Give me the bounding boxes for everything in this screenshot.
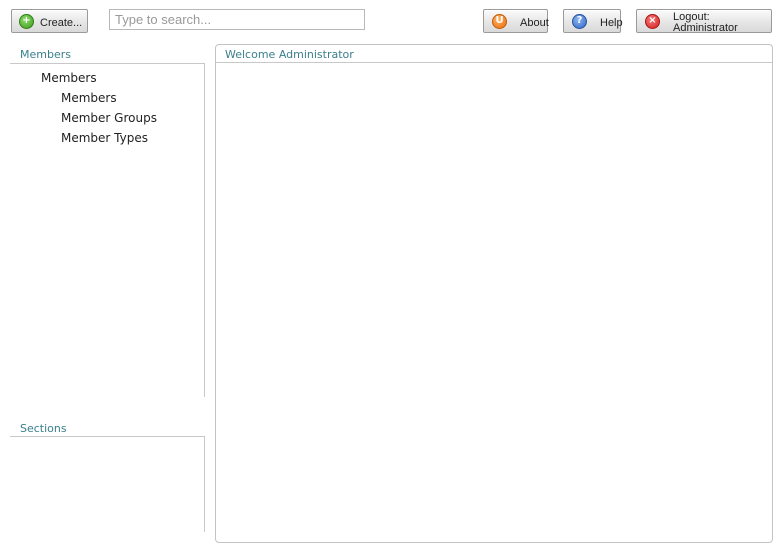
close-circle-icon: × bbox=[645, 13, 660, 29]
create-button[interactable]: + Create... bbox=[11, 9, 88, 33]
tree-item-members[interactable]: Members bbox=[61, 91, 117, 105]
help-button-label: Help bbox=[600, 16, 623, 29]
tree-item-member-types[interactable]: Member Types bbox=[61, 131, 148, 145]
question-circle-icon: ? bbox=[572, 13, 587, 29]
about-button-label: About bbox=[520, 16, 549, 29]
sections-pane-divider bbox=[10, 436, 205, 437]
members-pane-title: Members bbox=[20, 48, 71, 61]
sections-pane-title: Sections bbox=[20, 422, 67, 435]
tree-item-member-groups[interactable]: Member Groups bbox=[61, 111, 157, 125]
logout-button-label: Logout: Administrator bbox=[673, 11, 738, 34]
members-pane-border bbox=[204, 63, 205, 397]
about-button[interactable]: U About bbox=[483, 9, 549, 33]
plus-circle-icon: + bbox=[19, 13, 34, 29]
create-button-label: Create... bbox=[40, 16, 83, 29]
help-button[interactable]: ? Help bbox=[563, 9, 623, 33]
main-panel-title: Welcome Administrator bbox=[216, 45, 772, 63]
main-panel: Welcome Administrator bbox=[215, 44, 773, 543]
sections-pane-border bbox=[204, 436, 205, 532]
members-pane-divider bbox=[10, 63, 205, 64]
tree-root-members[interactable]: Members bbox=[41, 71, 97, 85]
search-input[interactable] bbox=[109, 9, 365, 30]
logout-button[interactable]: × Logout: Administrator bbox=[636, 9, 772, 34]
umbraco-logo-icon: U bbox=[492, 13, 507, 29]
